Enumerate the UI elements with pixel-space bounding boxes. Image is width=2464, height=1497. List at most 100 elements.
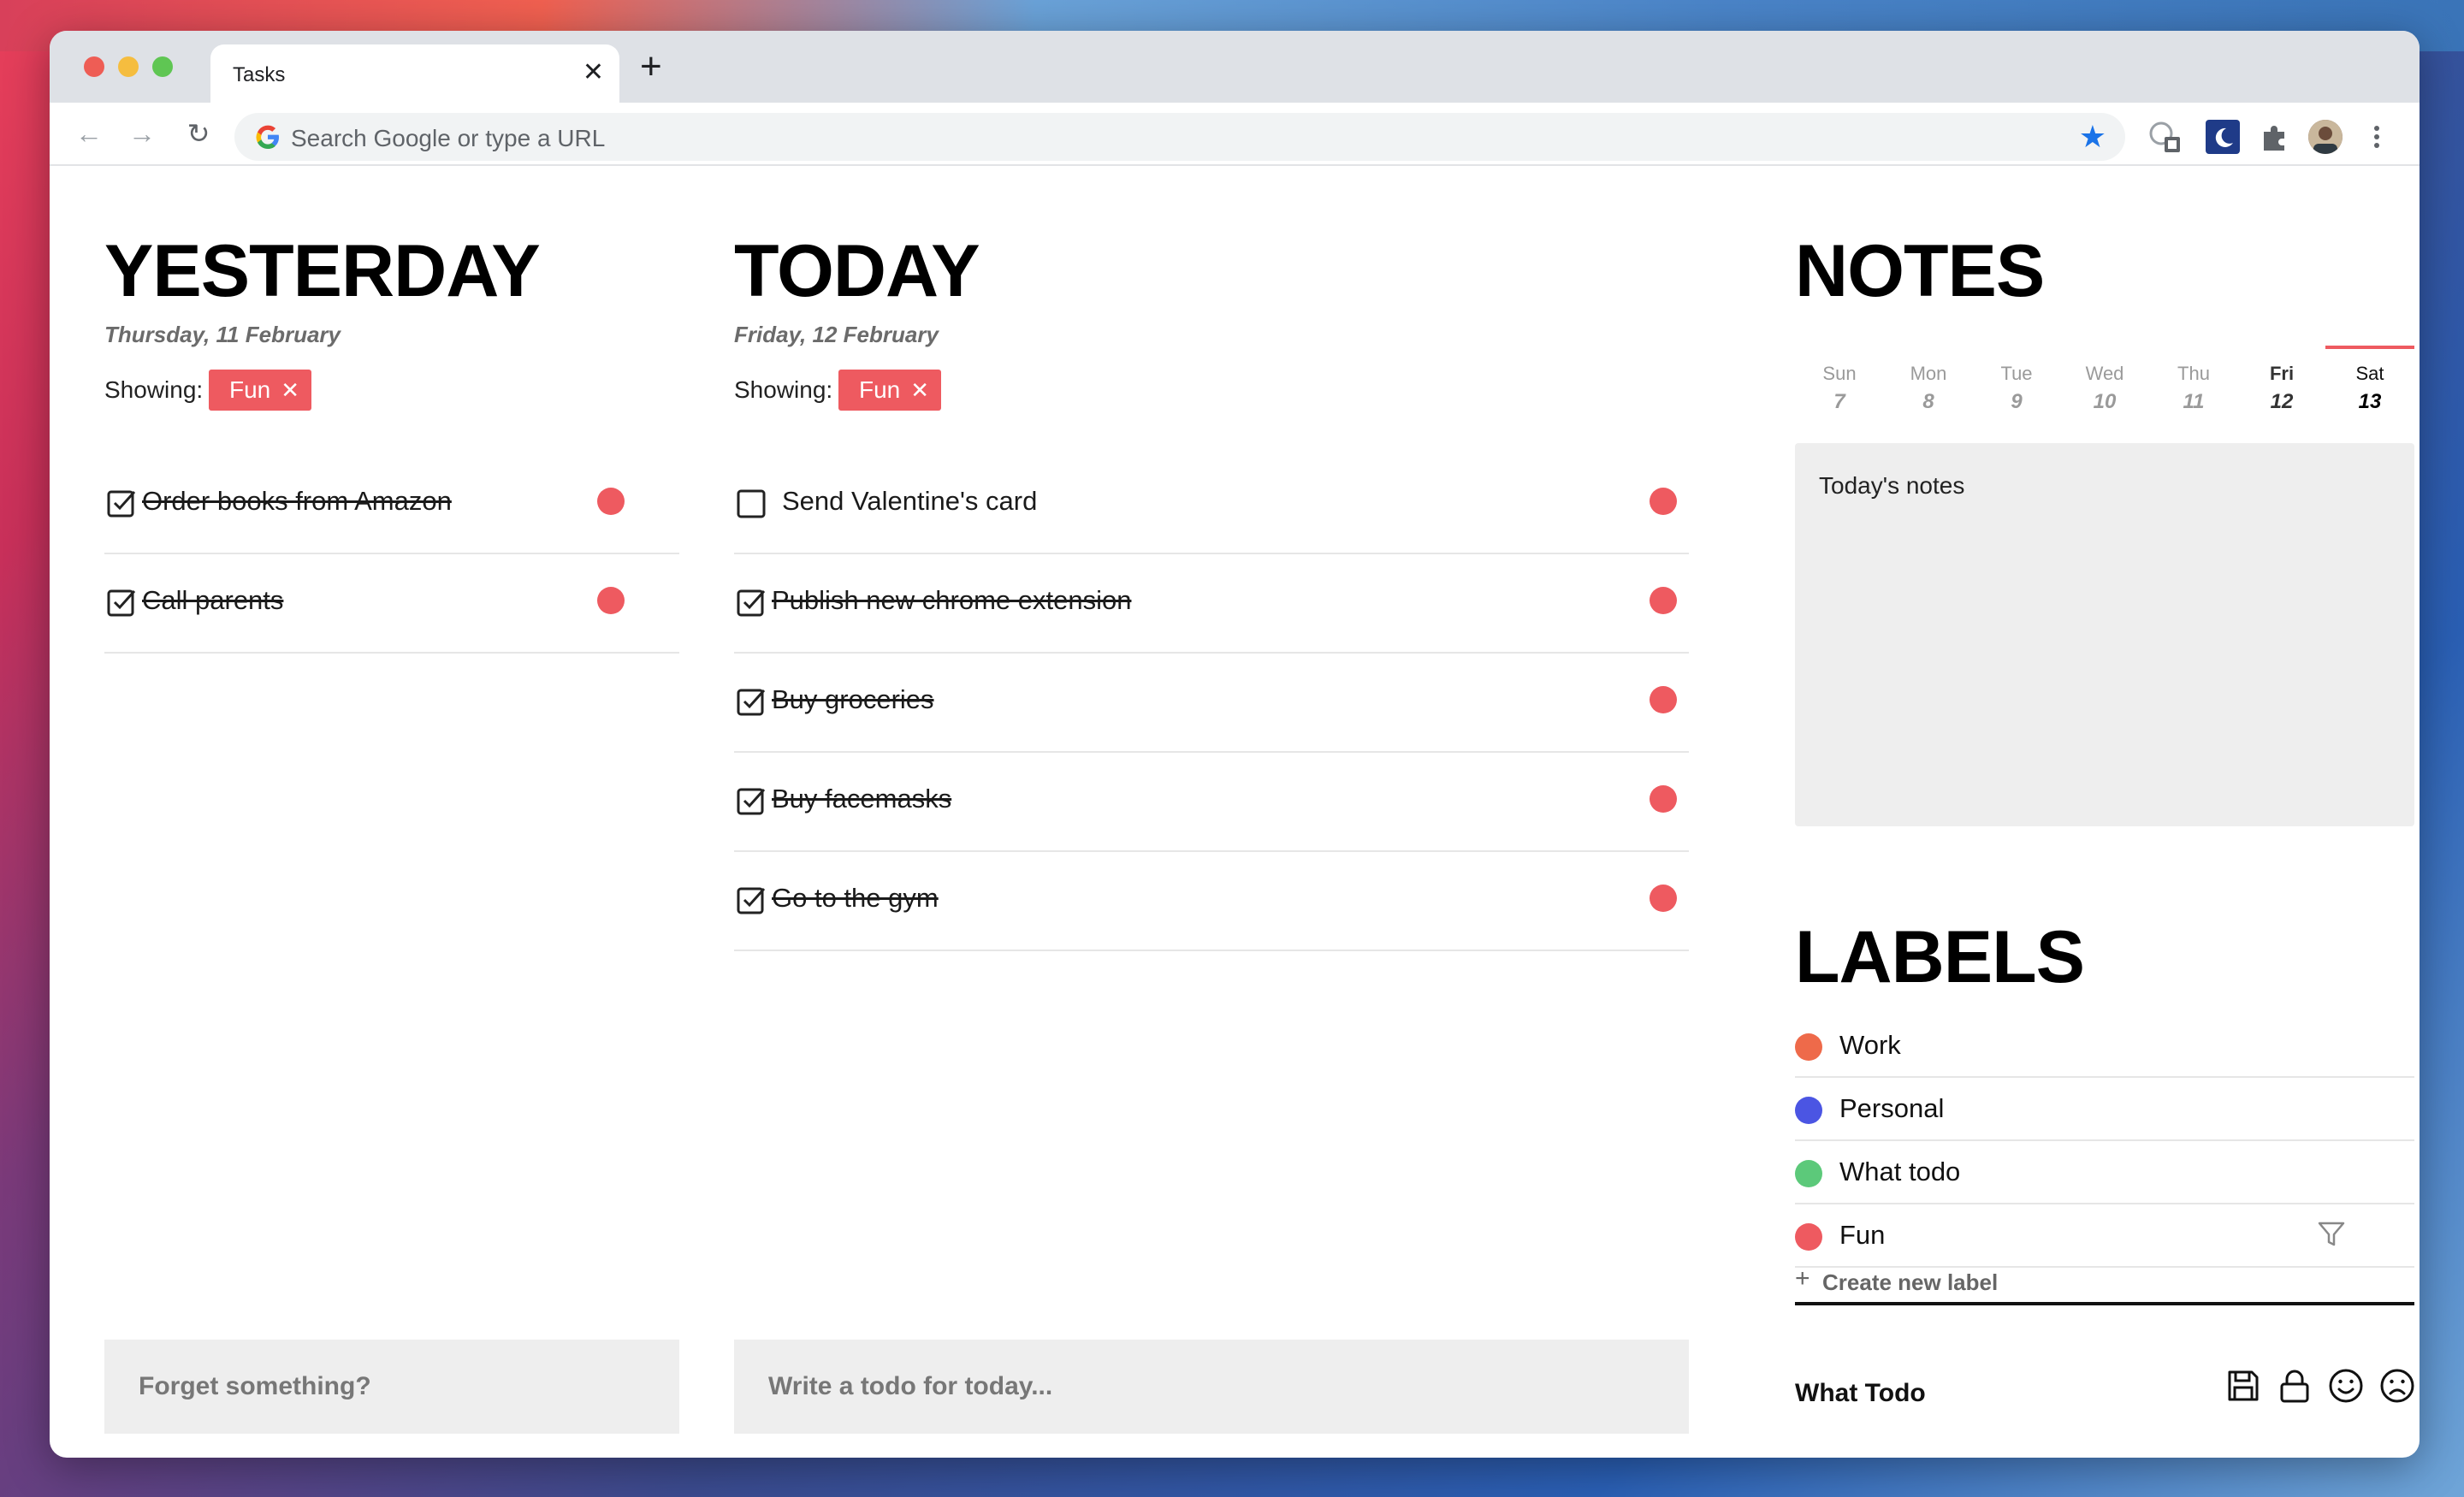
day-name: Wed bbox=[2085, 363, 2124, 384]
day-tue[interactable]: Tue 9 bbox=[1972, 346, 2061, 414]
today-todo-list: Send Valentine's card Publish new chrome… bbox=[734, 455, 1689, 951]
label-name: Fun bbox=[1839, 1220, 1886, 1250]
today-filter-chip[interactable]: Fun ✕ bbox=[838, 370, 942, 411]
filter-icon[interactable] bbox=[2317, 1220, 2346, 1249]
todo-item[interactable]: Publish new chrome extension bbox=[734, 554, 1689, 654]
new-tab-button[interactable]: + bbox=[640, 48, 662, 86]
yesterday-title: YESTERDAY bbox=[104, 230, 541, 312]
day-date: 13 bbox=[2358, 390, 2382, 413]
frown-icon[interactable] bbox=[2378, 1367, 2416, 1405]
today-title: TODAY bbox=[734, 230, 980, 312]
profile-avatar[interactable] bbox=[2308, 120, 2343, 154]
minimize-window-button[interactable] bbox=[118, 56, 139, 77]
close-window-button[interactable] bbox=[84, 56, 104, 77]
google-icon bbox=[256, 125, 279, 150]
todo-text: Send Valentine's card bbox=[782, 486, 1038, 516]
day-sat[interactable]: Sat 13 bbox=[2325, 346, 2414, 414]
tab-tasks[interactable]: Tasks ✕ bbox=[210, 44, 619, 103]
day-date: 10 bbox=[2093, 390, 2117, 413]
todo-item[interactable]: Buy groceries bbox=[734, 654, 1689, 753]
translate-extension-icon[interactable] bbox=[2147, 120, 2182, 154]
today-date: Friday, 12 February bbox=[734, 322, 939, 347]
back-icon[interactable]: ← bbox=[70, 115, 108, 152]
day-name: Mon bbox=[1910, 363, 1947, 384]
todo-text: Buy groceries bbox=[772, 684, 934, 714]
day-wed[interactable]: Wed 10 bbox=[2060, 346, 2149, 414]
label-color-dot bbox=[597, 587, 625, 614]
todo-text: Go to the gym bbox=[772, 883, 939, 913]
day-sun[interactable]: Sun 7 bbox=[1795, 346, 1884, 414]
chip-label: Fun bbox=[229, 376, 271, 403]
label-item-what-todo[interactable]: What todo bbox=[1795, 1141, 2414, 1204]
reload-icon[interactable]: ↻ bbox=[180, 115, 217, 152]
day-date: 11 bbox=[2183, 390, 2205, 413]
todo-text: Publish new chrome extension bbox=[772, 585, 1132, 615]
forward-icon[interactable]: → bbox=[123, 115, 161, 152]
checked-checkbox-icon[interactable] bbox=[106, 587, 137, 618]
create-label-button[interactable]: + Create new label bbox=[1795, 1264, 2414, 1305]
bookmark-star-icon[interactable]: ★ bbox=[2079, 120, 2106, 154]
checked-checkbox-icon[interactable] bbox=[106, 488, 137, 518]
checked-checkbox-icon[interactable] bbox=[736, 587, 767, 618]
todo-text: Buy facemasks bbox=[772, 784, 952, 814]
checked-checkbox-icon[interactable] bbox=[736, 686, 767, 717]
todo-item[interactable]: Go to the gym bbox=[734, 852, 1689, 951]
save-icon[interactable] bbox=[2224, 1367, 2262, 1405]
smile-icon[interactable] bbox=[2327, 1367, 2365, 1405]
day-name: Sun bbox=[1822, 363, 1857, 384]
label-item-fun[interactable]: Fun bbox=[1795, 1204, 2414, 1268]
today-todo-input[interactable] bbox=[734, 1340, 1689, 1434]
chip-close-icon[interactable]: ✕ bbox=[910, 377, 929, 403]
label-color-dot bbox=[1650, 785, 1677, 813]
tab-bar: Tasks ✕ + bbox=[50, 31, 2420, 103]
create-label-text: Create new label bbox=[1822, 1269, 1999, 1295]
label-name: Work bbox=[1839, 1030, 1901, 1060]
tab-close-icon[interactable]: ✕ bbox=[583, 60, 604, 86]
browser-toolbar: ← → ↻ Search Google or type a URL ★ bbox=[50, 103, 2420, 166]
label-color-dot bbox=[1650, 686, 1677, 713]
labels-list: Work Personal What todo Fun bbox=[1795, 1015, 2414, 1268]
todo-item[interactable]: Buy facemasks bbox=[734, 753, 1689, 852]
omnibox-placeholder: Search Google or type a URL bbox=[291, 125, 606, 151]
day-fri[interactable]: Fri 12 bbox=[2237, 346, 2326, 414]
day-mon[interactable]: Mon 8 bbox=[1884, 346, 1973, 414]
label-item-work[interactable]: Work bbox=[1795, 1015, 2414, 1078]
lock-icon[interactable] bbox=[2276, 1367, 2313, 1405]
plus-icon: + bbox=[1795, 1264, 1810, 1293]
today-showing-label: Showing: bbox=[734, 376, 833, 403]
menu-kebab-icon[interactable] bbox=[2368, 120, 2385, 154]
todo-item[interactable]: Send Valentine's card bbox=[734, 455, 1689, 554]
yesterday-todo-input[interactable] bbox=[104, 1340, 679, 1434]
day-name: Tue bbox=[2000, 363, 2033, 384]
unchecked-checkbox-icon[interactable] bbox=[736, 488, 767, 518]
label-color-dot bbox=[1650, 587, 1677, 614]
yesterday-filter-chip[interactable]: Fun ✕ bbox=[209, 370, 312, 411]
notes-placeholder: Today's notes bbox=[1819, 472, 1965, 499]
todo-text: Order books from Amazon bbox=[142, 486, 452, 516]
label-color-dot bbox=[1795, 1097, 1822, 1124]
extensions-puzzle-icon[interactable] bbox=[2257, 120, 2291, 154]
zoom-window-button[interactable] bbox=[152, 56, 173, 77]
checked-checkbox-icon[interactable] bbox=[736, 885, 767, 915]
day-name: Sat bbox=[2355, 363, 2384, 384]
day-thu[interactable]: Thu 11 bbox=[2149, 346, 2238, 414]
label-item-personal[interactable]: Personal bbox=[1795, 1078, 2414, 1141]
todo-item[interactable]: Order books from Amazon bbox=[104, 455, 679, 554]
browser-window: Tasks ✕ + ← → ↻ Search Google or type a … bbox=[50, 31, 2420, 1458]
label-color-dot bbox=[1650, 488, 1677, 515]
label-color-dot bbox=[1650, 885, 1677, 912]
moon-extension-icon[interactable] bbox=[2206, 120, 2240, 154]
labels-title: LABELS bbox=[1795, 916, 2085, 998]
tab-title: Tasks bbox=[233, 63, 286, 86]
day-name: Fri bbox=[2269, 363, 2295, 384]
label-name: What todo bbox=[1839, 1157, 1961, 1186]
omnibox[interactable]: Search Google or type a URL ★ bbox=[234, 113, 2125, 161]
checked-checkbox-icon[interactable] bbox=[736, 785, 767, 816]
label-color-dot bbox=[597, 488, 625, 515]
notes-textarea[interactable]: Today's notes bbox=[1795, 443, 2414, 826]
todo-item[interactable]: Call parents bbox=[104, 554, 679, 654]
app-brand: What Todo bbox=[1795, 1379, 1926, 1407]
app-page: YESTERDAY Thursday, 11 February Showing:… bbox=[50, 166, 2420, 1458]
day-date: 7 bbox=[1833, 390, 1845, 413]
chip-close-icon[interactable]: ✕ bbox=[281, 377, 299, 403]
